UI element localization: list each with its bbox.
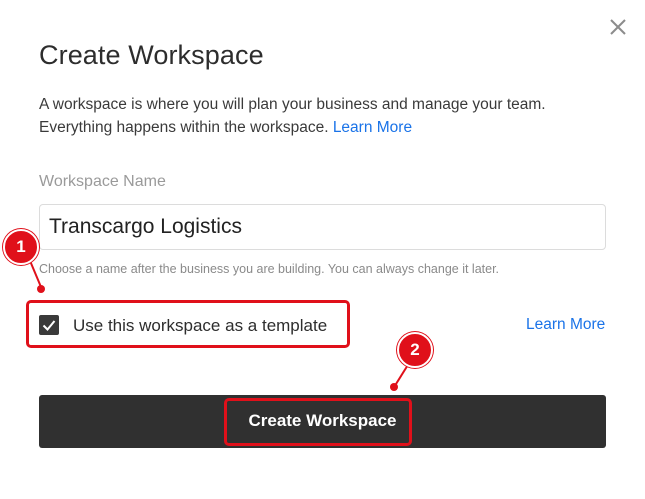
create-workspace-dialog: Create Workspace A workspace is where yo… — [0, 0, 645, 499]
annotation-marker-2: 2 — [397, 332, 433, 368]
annotation-marker-1: 1 — [3, 229, 39, 265]
marker-1-pointer — [27, 255, 412, 391]
